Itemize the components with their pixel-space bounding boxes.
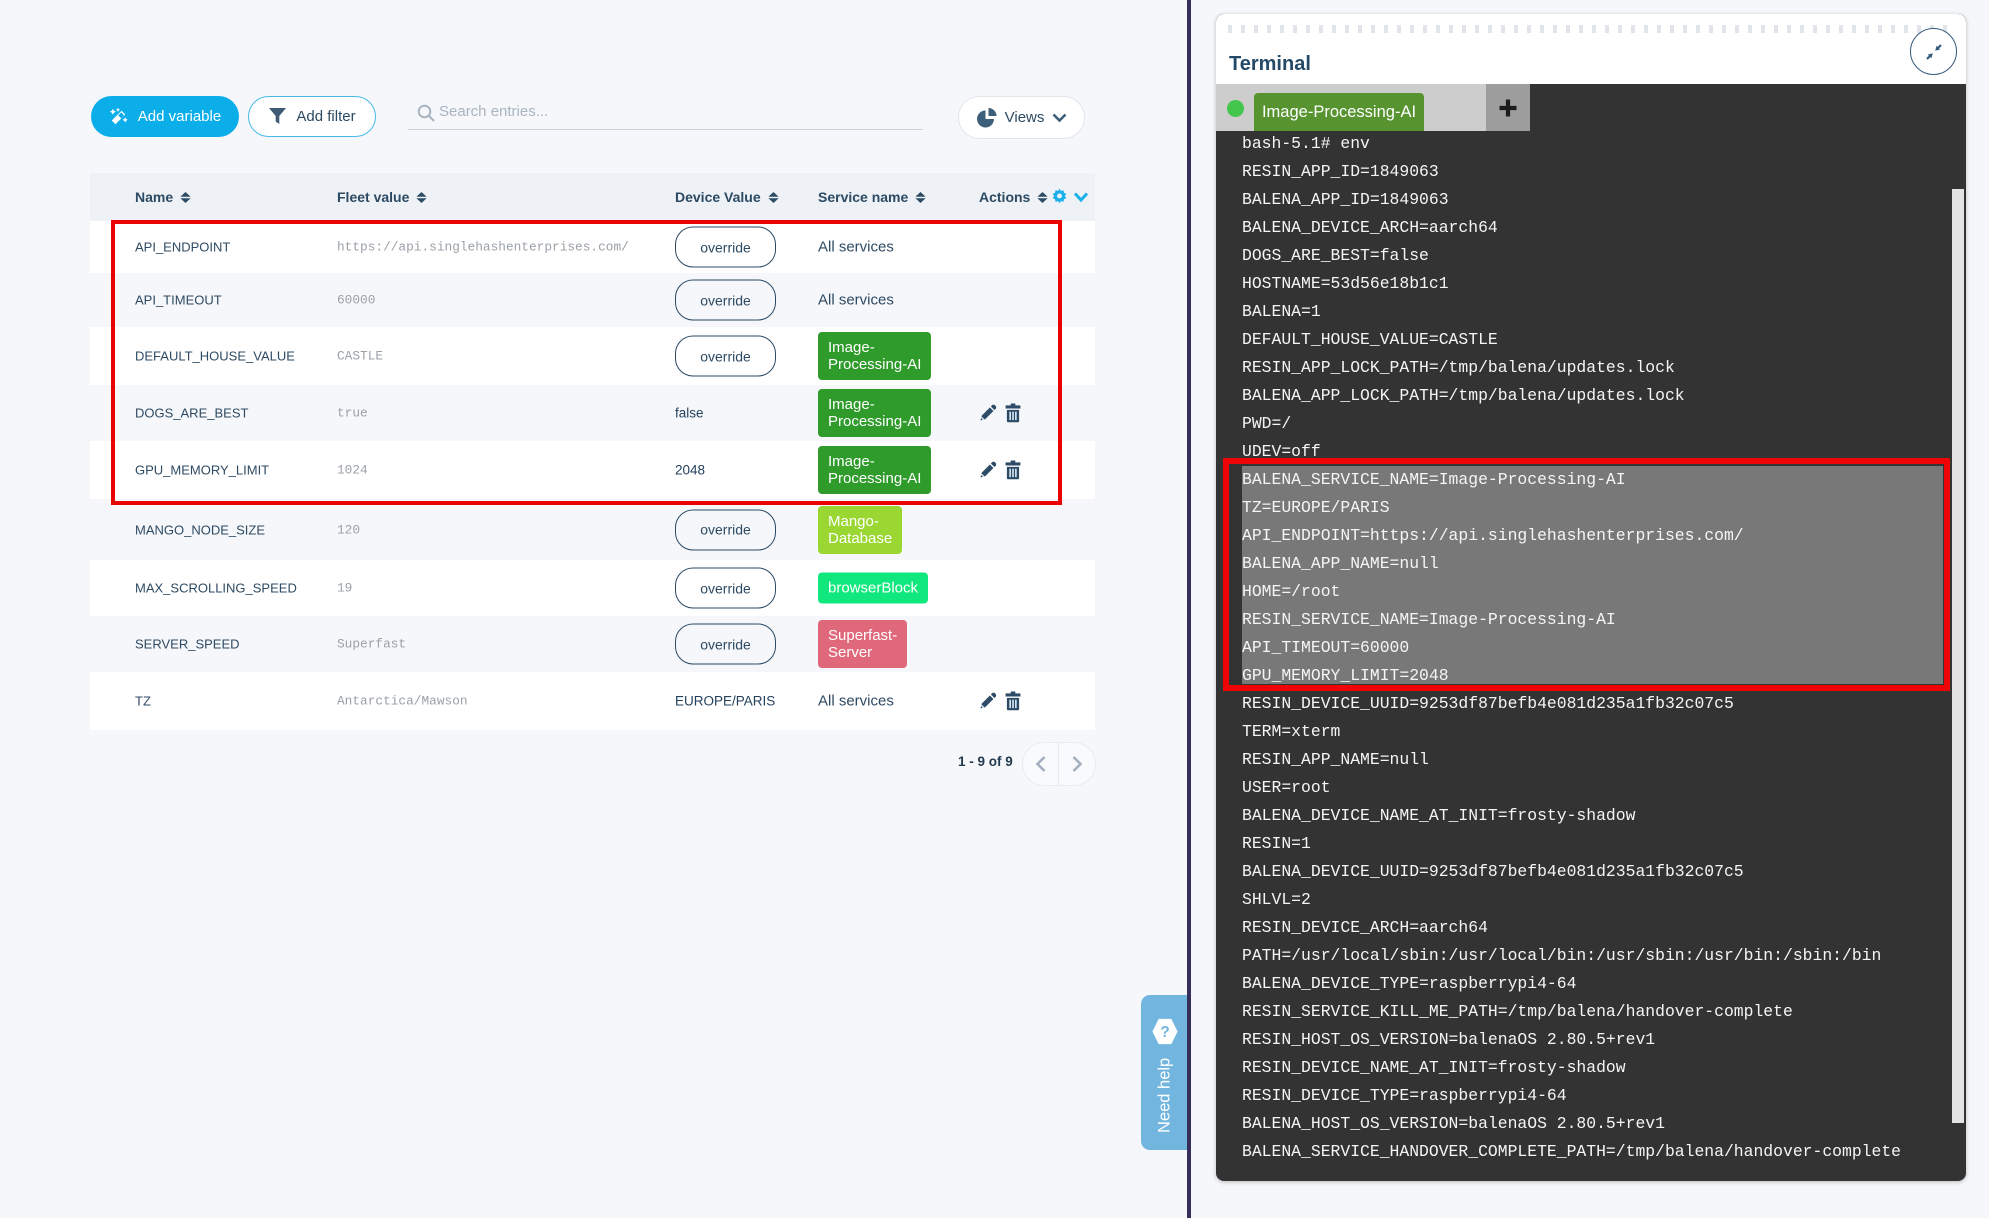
svg-text:?: ? bbox=[1160, 1024, 1169, 1041]
